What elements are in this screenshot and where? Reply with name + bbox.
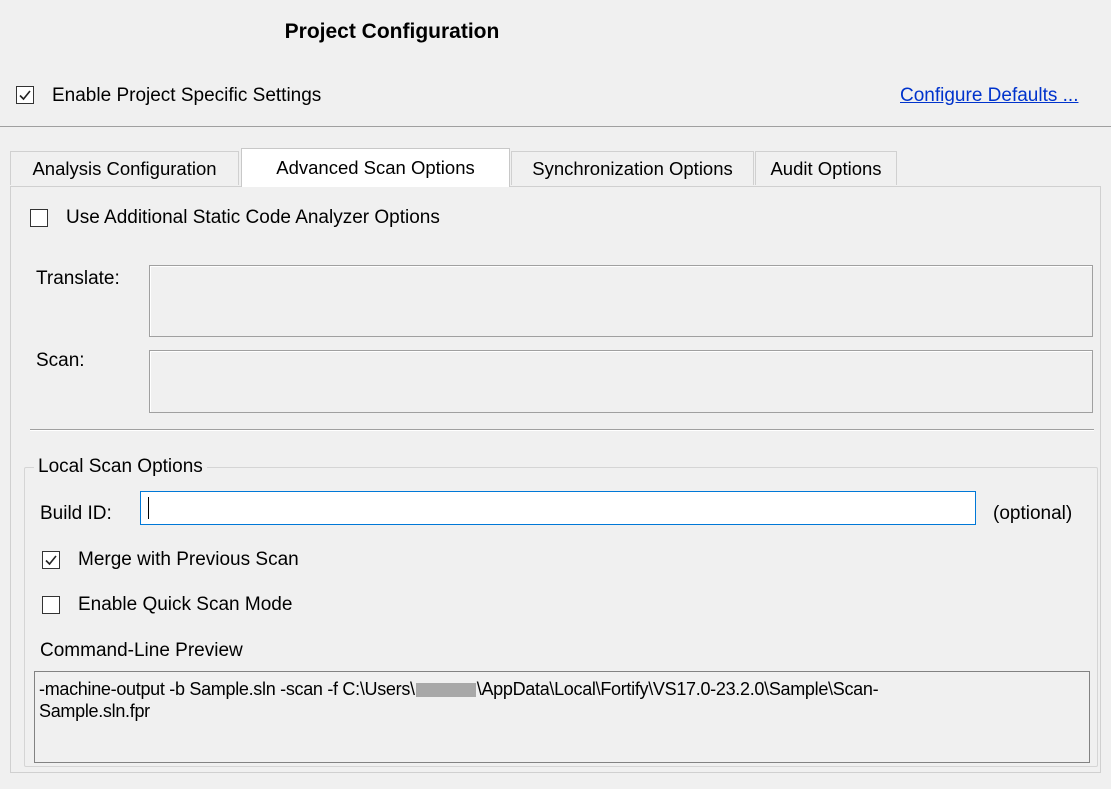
text-caret	[148, 497, 149, 519]
command-line-preview-label: Command-Line Preview	[40, 640, 243, 661]
tab-audit-options[interactable]: Audit Options	[755, 151, 897, 185]
local-scan-options-title: Local Scan Options	[34, 456, 207, 478]
tab-synchronization-options[interactable]: Synchronization Options	[511, 151, 754, 185]
section-divider	[30, 429, 1094, 431]
use-additional-options-label[interactable]: Use Additional Static Code Analyzer Opti…	[66, 207, 440, 229]
preview-line-1: -machine-output -b Sample.sln -scan -f C…	[39, 678, 1085, 700]
quick-scan-label[interactable]: Enable Quick Scan Mode	[78, 594, 292, 616]
tab-advanced-scan-options[interactable]: Advanced Scan Options	[241, 148, 510, 187]
redacted-username	[415, 683, 476, 698]
preview-text-part1: -machine-output -b Sample.sln -scan -f C…	[39, 679, 415, 699]
translate-textarea[interactable]	[149, 265, 1093, 337]
header-divider	[0, 126, 1111, 127]
optional-hint: (optional)	[993, 503, 1073, 524]
command-line-preview[interactable]: -machine-output -b Sample.sln -scan -f C…	[34, 671, 1090, 763]
build-id-label: Build ID:	[40, 503, 112, 524]
configure-defaults-link[interactable]: Configure Defaults ...	[900, 85, 1078, 107]
scan-textarea[interactable]	[149, 350, 1093, 413]
quick-scan-checkbox[interactable]	[42, 596, 60, 614]
translate-label: Translate:	[36, 268, 120, 289]
checkmark-icon	[19, 90, 31, 101]
scan-label: Scan:	[36, 350, 85, 371]
merge-previous-scan-label[interactable]: Merge with Previous Scan	[78, 549, 299, 571]
checkmark-icon	[45, 555, 57, 566]
use-additional-options-checkbox[interactable]	[30, 209, 48, 227]
preview-text-part2: \AppData\Local\Fortify\VS17.0-23.2.0\Sam…	[476, 679, 879, 699]
preview-line-2: Sample.sln.fpr	[39, 701, 150, 721]
page-title: Project Configuration	[284, 20, 500, 43]
enable-project-settings-checkbox[interactable]	[16, 86, 34, 104]
build-id-input[interactable]	[140, 491, 976, 525]
enable-project-settings-label[interactable]: Enable Project Specific Settings	[52, 85, 321, 107]
merge-previous-scan-checkbox[interactable]	[42, 551, 60, 569]
tab-analysis-configuration[interactable]: Analysis Configuration	[10, 151, 239, 185]
